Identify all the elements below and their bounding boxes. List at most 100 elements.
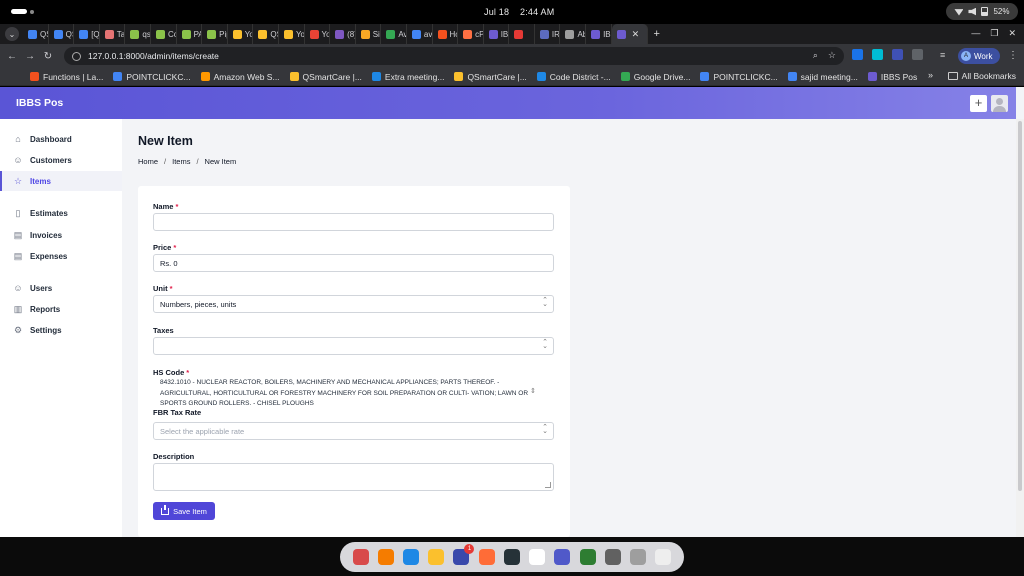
browser-tab[interactable]: ava xyxy=(407,24,433,44)
close-window-icon[interactable]: ✕ xyxy=(1008,28,1016,39)
browser-tab[interactable]: IBB xyxy=(586,24,612,44)
browser-tab[interactable]: You xyxy=(305,24,331,44)
browser-tab[interactable]: PAI xyxy=(177,24,203,44)
brand-name[interactable]: IBBS Pos xyxy=(16,97,63,109)
bookmark-item[interactable]: Amazon Web S... xyxy=(200,72,280,82)
settings-app-icon[interactable] xyxy=(604,549,621,565)
text-app-icon[interactable] xyxy=(377,549,394,565)
sidebar-item-users[interactable]: ☺ Users xyxy=(0,278,122,298)
tab-title: (8) xyxy=(347,29,355,39)
vscode-icon[interactable] xyxy=(403,549,420,565)
browser-tab[interactable]: QS xyxy=(49,24,75,44)
breadcrumb-home[interactable]: Home xyxy=(138,157,158,166)
browser-tab[interactable]: QS xyxy=(23,24,49,44)
all-bookmarks-button[interactable]: All Bookmarks xyxy=(947,71,1016,81)
browser-tab[interactable]: [Q xyxy=(74,24,100,44)
puzzle-icon[interactable] xyxy=(912,49,923,60)
sidebar-item-estimates[interactable]: ▯ Estimates xyxy=(0,203,122,223)
back-button[interactable]: ← xyxy=(3,51,21,62)
bookmark-star-icon[interactable]: ☆ xyxy=(828,50,836,61)
browser-tab[interactable]: IBB xyxy=(484,24,510,44)
forward-button[interactable]: → xyxy=(21,51,39,62)
bookmark-item[interactable]: QSmartCare |... xyxy=(454,72,527,82)
bookmark-item[interactable]: POINTCLICKC... xyxy=(700,72,778,82)
browser-tab[interactable]: cPa xyxy=(458,24,484,44)
extension-icon[interactable] xyxy=(892,49,903,60)
chrome-icon[interactable] xyxy=(428,549,445,565)
browser-tab[interactable]: Co xyxy=(151,24,177,44)
terminal-icon[interactable] xyxy=(503,549,520,565)
save-item-button[interactable]: Save Item xyxy=(153,502,215,520)
sidebar-item-customers[interactable]: ☺ Customers xyxy=(0,150,122,170)
zoom-icon[interactable]: ⌕ xyxy=(813,50,818,61)
unit-select[interactable]: Numbers, pieces, units xyxy=(153,295,554,313)
sidebar-item-dashboard[interactable]: ⌂ Dashboard xyxy=(0,129,122,149)
bookmark-item[interactable]: QSmartCare |... xyxy=(289,72,362,82)
browser-tab[interactable]: qsn xyxy=(125,24,151,44)
browser-tab-active[interactable]: ✕ xyxy=(611,24,648,44)
bookmark-item[interactable]: Code District -... xyxy=(536,72,611,82)
address-bar[interactable]: 127.0.0.1:8000/admin/items/create ⌕ ☆ xyxy=(64,47,844,65)
restore-icon[interactable]: ❐ xyxy=(990,28,998,39)
description-textarea[interactable] xyxy=(153,463,554,491)
browser-tab[interactable]: Sig xyxy=(356,24,382,44)
browser-tab[interactable]: (8) xyxy=(330,24,356,44)
slack-icon[interactable] xyxy=(529,549,546,565)
recycle-icon[interactable] xyxy=(630,549,647,565)
browser-tab[interactable] xyxy=(509,24,535,44)
tab-search-button[interactable]: ⌄ xyxy=(5,27,19,41)
teams-icon[interactable] xyxy=(554,549,571,565)
bookmarks-overflow-icon[interactable]: » xyxy=(928,70,933,80)
minimize-icon[interactable]: — xyxy=(971,28,980,39)
bookmark-item[interactable]: POINTCLICKC... xyxy=(113,72,191,82)
taxes-select[interactable] xyxy=(153,337,554,355)
system-tray[interactable]: 52% xyxy=(946,3,1018,20)
fbr-tax-rate-select[interactable]: Select the applicable rate xyxy=(153,422,554,440)
sidebar-item-reports[interactable]: ▥ Reports xyxy=(0,299,122,319)
hs-code-select[interactable]: 8432.1010 - NUCLEAR REACTOR, BOILERS, MA… xyxy=(160,378,550,410)
extension-icon[interactable] xyxy=(852,49,863,60)
browser-tab[interactable]: You xyxy=(228,24,254,44)
browser-tab[interactable]: You xyxy=(279,24,305,44)
extension-icon[interactable] xyxy=(872,49,883,60)
scrollbar-thumb[interactable] xyxy=(1018,121,1022,491)
browser-tab[interactable]: Hos xyxy=(433,24,459,44)
browser-tab[interactable]: QS xyxy=(253,24,279,44)
browser-tab[interactable]: Tak xyxy=(100,24,126,44)
reload-button[interactable]: ↻ xyxy=(39,51,57,62)
sidebar-item-invoices[interactable]: ▤ Invoices xyxy=(0,225,122,245)
browser-tab[interactable]: IRIS xyxy=(535,24,561,44)
tab-close-icon[interactable]: ✕ xyxy=(632,29,640,40)
browser-tab[interactable]: Ava xyxy=(381,24,407,44)
browser-tab[interactable]: Abo xyxy=(560,24,587,44)
browser-tab[interactable]: Pip xyxy=(202,24,228,44)
price-input[interactable]: Rs. 0 xyxy=(153,254,554,272)
bookmark-item[interactable]: IBBS Pos xyxy=(867,72,917,82)
sidebar-item-items[interactable]: ☆ Items xyxy=(0,171,122,191)
tab-title: IBB xyxy=(603,29,611,39)
bookmark-item[interactable]: sajid meeting... xyxy=(787,72,858,82)
sidebar-item-settings[interactable]: ⚙ Settings xyxy=(0,320,122,340)
quick-add-button[interactable]: + xyxy=(970,95,987,112)
new-tab-button[interactable]: + xyxy=(648,28,666,40)
site-info-icon[interactable] xyxy=(72,51,81,61)
sidebar-item-expenses[interactable]: ▤ Expenses xyxy=(0,246,122,266)
bookmark-item[interactable]: Google Drive... xyxy=(620,72,690,82)
postman-icon[interactable] xyxy=(478,549,495,565)
launcher-pill[interactable] xyxy=(11,9,27,14)
mail-icon[interactable]: 1 xyxy=(453,544,475,565)
bookmark-item[interactable]: Extra meeting... xyxy=(371,72,444,82)
os-clock[interactable]: Jul 18 2:44 AM xyxy=(484,7,554,17)
sheets-icon[interactable] xyxy=(579,549,596,565)
page-scrollbar[interactable] xyxy=(1016,119,1024,537)
loader-icon[interactable] xyxy=(655,549,672,565)
more-menu-icon[interactable]: ⋮ xyxy=(1008,50,1018,61)
tab-title: IBB xyxy=(500,29,509,39)
user-avatar[interactable] xyxy=(991,95,1008,112)
profile-button[interactable]: A Work xyxy=(958,48,1000,64)
bookmark-item[interactable]: Functions | La... xyxy=(30,72,103,82)
files-app-icon[interactable] xyxy=(352,549,369,565)
media-icon[interactable]: ≡ xyxy=(940,50,945,60)
breadcrumb-items[interactable]: Items xyxy=(172,157,190,166)
name-input[interactable] xyxy=(153,213,554,231)
